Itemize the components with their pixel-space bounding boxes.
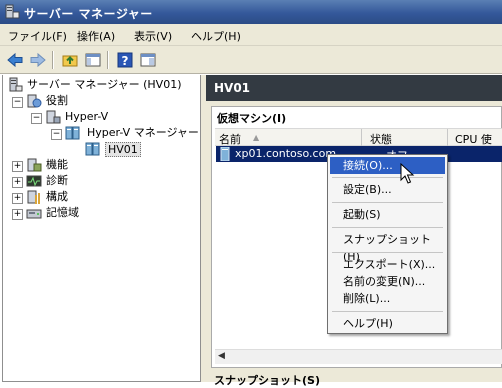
menu-action[interactable]: 操作(A) (77, 28, 115, 44)
tree-expand-configuration[interactable]: + (12, 193, 23, 204)
tree-label-hv01: HV01 (105, 142, 141, 157)
tree-label-diagnostics: 診断 (46, 174, 68, 187)
menu-view[interactable]: 表示(V) (134, 28, 172, 44)
results-header: HV01 (206, 75, 502, 101)
properties-icon[interactable] (139, 51, 157, 69)
vm-list-header: 名前 ▲ 状態 CPU 使用 (215, 128, 502, 162)
column-divider[interactable] (361, 129, 362, 146)
menu-separator (332, 227, 443, 228)
mouse-cursor-icon (400, 163, 415, 184)
tree-label-configuration: 構成 (46, 190, 68, 203)
menu-separator (332, 311, 443, 312)
menu-bar: ファイル(F) 操作(A) 表示(V) ヘルプ(H) (0, 24, 502, 46)
forward-arrow-icon[interactable] (29, 51, 47, 69)
menu-separator (332, 252, 443, 253)
menu-help[interactable]: ヘルプ(H) (191, 28, 241, 44)
server-manager-icon (5, 4, 20, 19)
vm-name: xp01.contoso.com (235, 147, 337, 160)
tree-collapse-hyperv[interactable]: − (31, 113, 42, 124)
tree-collapse-hyperv-manager[interactable]: − (51, 129, 62, 140)
tree-expand-diagnostics[interactable]: + (12, 177, 23, 188)
menu-separator (332, 202, 443, 203)
title-bar: サーバー マネージャー (0, 0, 502, 24)
tree-expand-storage[interactable]: + (12, 209, 23, 220)
menu-item-snapshot[interactable]: スナップショット(H) (330, 231, 445, 263)
menu-separator (332, 177, 443, 178)
results-header-title: HV01 (214, 81, 251, 95)
virtual-machines-title: 仮想マシン(I) (217, 112, 287, 125)
column-state[interactable]: 状態 (370, 131, 392, 147)
menu-item-help[interactable]: ヘルプ(H) (330, 315, 445, 332)
up-folder-icon[interactable] (61, 51, 79, 69)
configuration-icon (27, 190, 40, 204)
tree-collapse-roles[interactable]: − (12, 97, 23, 108)
help-icon[interactable]: ? (116, 51, 134, 69)
show-hide-tree-icon[interactable] (84, 51, 102, 69)
snapshots-title: スナップショット(S) (214, 374, 320, 387)
tree-label-hyperv: Hyper-V (65, 110, 109, 123)
toolbar-separator (52, 51, 54, 69)
horizontal-scrollbar[interactable]: ◀ (215, 349, 502, 364)
column-name[interactable]: 名前 (219, 131, 241, 147)
toolbar-separator (107, 51, 109, 69)
tree-label-hyperv-manager: Hyper-V マネージャー (87, 126, 199, 139)
menu-item-start[interactable]: 起動(S) (330, 206, 445, 223)
svg-text:?: ? (122, 54, 129, 68)
hyperv-icon (46, 110, 61, 124)
menu-item-export[interactable]: エクスポート(X)... (330, 256, 445, 273)
menu-item-delete[interactable]: 削除(L)... (330, 290, 445, 307)
back-arrow-icon[interactable] (6, 51, 24, 69)
menu-file[interactable]: ファイル(F) (8, 28, 67, 44)
storage-icon (26, 209, 42, 219)
menu-item-settings[interactable]: 設定(B)... (330, 181, 445, 198)
context-menu: 接続(O)... 設定(B)... 起動(S) スナップショット(H) エクスポ… (327, 154, 448, 334)
features-icon (27, 158, 42, 172)
tree-label-root: サーバー マネージャー (HV01) (27, 78, 182, 91)
column-divider[interactable] (447, 129, 448, 146)
tree-label-storage: 記憶域 (46, 206, 79, 219)
hyperv-manager-icon (65, 126, 80, 140)
toolbar: ? (0, 46, 502, 74)
menu-item-connect[interactable]: 接続(O)... (330, 157, 445, 174)
tree-label-roles: 役割 (46, 94, 68, 107)
roles-icon (27, 94, 42, 108)
tree-label-features: 機能 (46, 158, 68, 171)
vm-icon (220, 147, 230, 161)
window-title: サーバー マネージャー (24, 7, 153, 21)
hyperv-server-icon (85, 142, 100, 156)
tree-expand-features[interactable]: + (12, 161, 23, 172)
scroll-left-icon[interactable]: ◀ (218, 351, 225, 361)
console-tree: サーバー マネージャー (HV01) − 役割 − Hyper-V − Hype… (2, 75, 201, 382)
server-icon (9, 77, 23, 92)
menu-item-rename[interactable]: 名前の変更(N)... (330, 273, 445, 290)
sort-ascending-icon: ▲ (253, 133, 260, 142)
diagnostics-icon (26, 175, 42, 187)
